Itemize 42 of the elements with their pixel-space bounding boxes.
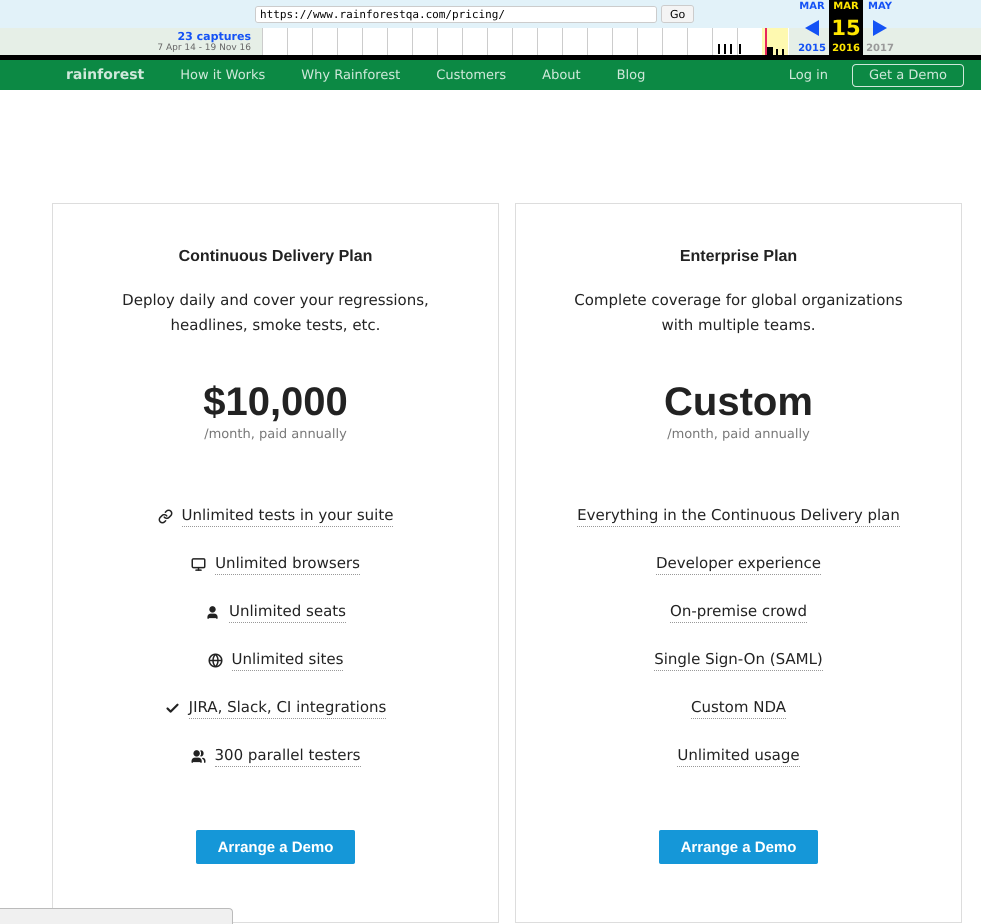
month-link[interactable]: MAR xyxy=(799,1,825,12)
month-link[interactable]: MAR xyxy=(833,1,859,12)
month-link[interactable]: MAY xyxy=(868,1,892,12)
day-number: 15 xyxy=(831,16,861,38)
nav-link[interactable]: How it Works xyxy=(180,68,266,82)
feature-text: Unlimited sites xyxy=(232,650,344,670)
site-logo[interactable]: rainforest xyxy=(66,67,144,83)
go-button[interactable]: Go xyxy=(661,5,694,23)
nav-link[interactable]: Why Rainforest xyxy=(301,68,400,82)
previous-arrow-icon[interactable] xyxy=(805,20,819,36)
plan-price: Custom xyxy=(664,380,813,425)
feature-text: On-premise crowd xyxy=(670,602,807,622)
url-field[interactable]: https://www.rainforestqa.com/pricing/ xyxy=(255,6,657,22)
plan-description: Deploy daily and cover your regressions, headlines, smoke tests, etc. xyxy=(121,290,430,336)
feature-text: Unlimited tests in your suite xyxy=(182,506,394,526)
billing-period: /month, paid annually xyxy=(204,427,347,442)
nav-link[interactable]: About xyxy=(542,68,581,82)
year-link[interactable]: 2015 xyxy=(798,43,826,54)
plan-title: Continuous Delivery Plan xyxy=(178,248,372,266)
nav-link[interactable]: Blog xyxy=(616,68,646,82)
feature-text: JIRA, Slack, CI integrations xyxy=(188,698,386,718)
get-demo-button[interactable]: Get a Demo xyxy=(852,64,964,86)
feature-text: Unlimited usage xyxy=(677,746,800,766)
feature-text: Unlimited seats xyxy=(229,602,346,622)
nav-link[interactable]: Customers xyxy=(436,68,506,82)
year-link[interactable]: 2016 xyxy=(832,43,860,54)
billing-period: /month, paid annually xyxy=(667,427,810,442)
feature-text: Custom NDA xyxy=(690,698,786,718)
plan-price: $10,000 xyxy=(203,380,348,425)
next-arrow-icon[interactable] xyxy=(873,20,887,36)
login-link[interactable]: Log in xyxy=(788,68,828,82)
captures-link[interactable]: 23 captures xyxy=(178,30,251,43)
feature-text: Single Sign-On (SAML) xyxy=(654,650,823,670)
arrange-demo-button[interactable]: Arrange a Demo xyxy=(196,830,355,864)
feature-text: Developer experience xyxy=(656,554,822,574)
arrange-demo-button[interactable]: Arrange a Demo xyxy=(659,830,818,864)
feature-text: 300 parallel testers xyxy=(214,746,360,766)
feature-text: Everything in the Continuous Delivery plan xyxy=(577,506,900,526)
feature-text: Unlimited browsers xyxy=(215,554,360,574)
plan-description: Complete coverage for global organizations with multiple teams. xyxy=(573,290,904,336)
plan-title: Enterprise Plan xyxy=(680,248,798,266)
capture-range: 7 Apr 14 - 19 Nov 16 xyxy=(157,43,251,53)
